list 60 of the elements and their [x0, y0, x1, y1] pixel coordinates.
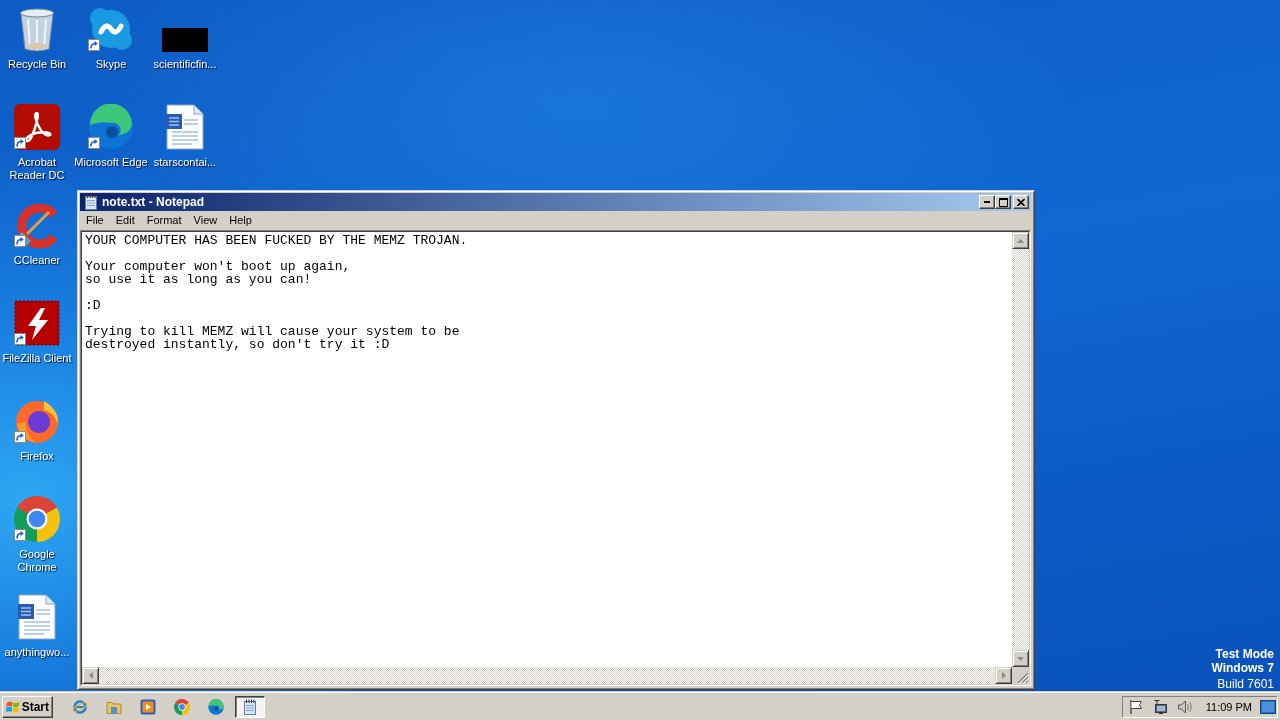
close-icon	[1017, 198, 1025, 206]
scroll-down-button[interactable]	[1012, 650, 1029, 667]
notepad-icon	[83, 194, 99, 210]
document-icon[interactable]	[18, 594, 56, 640]
icon-label[interactable]: starscontai...	[147, 156, 223, 169]
horizontal-scrollbar[interactable]	[82, 667, 1012, 684]
minimize-button[interactable]	[979, 195, 995, 209]
right-triangle-icon	[1001, 672, 1006, 679]
speaker-icon[interactable]	[1176, 698, 1193, 715]
menu-item[interactable]: Edit	[109, 212, 141, 229]
flag-logo-icon	[6, 699, 20, 714]
icon-label[interactable]: Skype	[73, 58, 149, 71]
scroll-left-button[interactable]	[82, 667, 99, 684]
media-player-icon[interactable]	[140, 698, 156, 715]
icon-label[interactable]: FileZilla Client	[0, 352, 75, 365]
browser-icon[interactable]	[174, 698, 190, 715]
document-text: YOUR COMPUTER HAS BEEN FUCKED BY THE MEMZ TROJAN. Your computer won't boot up again, so use it as long as you can! :D Trying to kill MEMZ will cause your system to be destroyed instantly, so don't try it :D	[85, 234, 468, 351]
close-button[interactable]	[1013, 195, 1029, 209]
window-title: note.txt - Notepad	[102, 195, 205, 209]
scroll-right-button[interactable]	[995, 667, 1012, 684]
maximize-button[interactable]	[995, 195, 1011, 209]
clock-text[interactable]: 11:09 PM	[1205, 700, 1252, 713]
browser-icon[interactable]	[14, 398, 60, 444]
icon-label[interactable]: Microsoft Edge	[73, 156, 149, 169]
icon-label[interactable]: Google Chrome	[0, 548, 75, 574]
browser-icon[interactable]	[14, 496, 60, 542]
minimize-icon	[984, 201, 990, 203]
monitor-icon[interactable]	[1260, 699, 1276, 714]
down-triangle-icon	[1017, 656, 1024, 661]
brush-app-icon[interactable]	[15, 204, 59, 248]
test-mode-text: Test Mode	[1214, 647, 1274, 661]
resize-grip-icon[interactable]	[1017, 672, 1029, 684]
taskbar-button[interactable]	[235, 695, 265, 718]
up-triangle-icon	[1017, 238, 1024, 243]
icon-label[interactable]: Acrobat Reader DC	[0, 156, 75, 182]
build-number-text: Build 7601	[1216, 677, 1274, 691]
notepad-icon	[242, 698, 258, 715]
scroll-up-button[interactable]	[1012, 232, 1029, 249]
browser-icon[interactable]	[88, 104, 134, 150]
menu-item[interactable]: Help	[223, 212, 258, 229]
thumbnail-icon[interactable]	[162, 28, 208, 52]
icon-label[interactable]: CCleaner	[0, 254, 75, 267]
start-button[interactable]: Start	[2, 695, 53, 718]
menu-item[interactable]: Format	[140, 212, 188, 229]
vertical-scrollbar[interactable]	[1012, 232, 1029, 667]
recycle-bin-icon[interactable]	[19, 8, 55, 52]
maximize-icon	[998, 197, 1008, 207]
browser-icon[interactable]	[208, 698, 224, 715]
icon-label[interactable]: scientificfin...	[147, 58, 223, 71]
left-triangle-icon	[88, 672, 93, 679]
flag-icon[interactable]	[1127, 698, 1144, 715]
windows-edition-text: Windows 7	[1211, 661, 1274, 675]
pdf-app-icon[interactable]	[14, 104, 60, 150]
icon-label[interactable]: anythingwo...	[0, 646, 75, 659]
lightning-app-icon[interactable]	[14, 300, 60, 346]
document-icon[interactable]	[166, 104, 204, 150]
menu-item[interactable]: View	[187, 212, 224, 229]
wave-app-icon[interactable]	[88, 6, 134, 52]
icon-label[interactable]: Recycle Bin	[0, 58, 75, 71]
menu-item[interactable]: File	[80, 212, 110, 229]
